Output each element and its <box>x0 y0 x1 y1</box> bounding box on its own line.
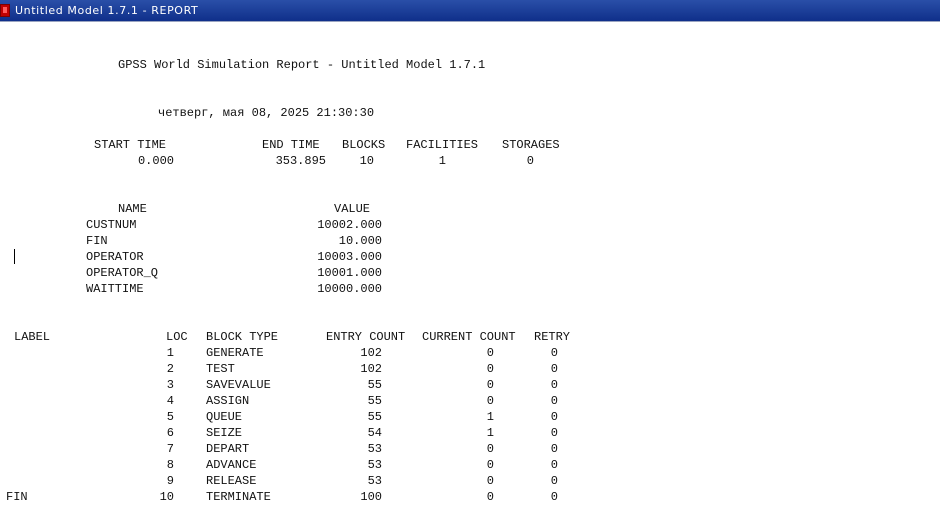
block-entry-count: 102 <box>360 362 382 376</box>
summary-start-time: 0.000 <box>137 154 174 168</box>
window-title: Untitled Model 1.7.1 - REPORT <box>15 4 199 17</box>
block-current-count: 0 <box>486 362 494 376</box>
block-retry: 0 <box>550 490 558 504</box>
block-type: SEIZE <box>206 426 243 440</box>
block-loc: 4 <box>166 394 174 408</box>
block-loc: 8 <box>166 458 174 472</box>
name-row-value: 10.000 <box>338 234 382 248</box>
summary-header-start-time: START TIME <box>94 138 167 152</box>
blocks-header-retry: RETRY <box>534 330 571 344</box>
block-current-count: 0 <box>486 458 494 472</box>
block-entry-count: 55 <box>367 394 382 408</box>
name-row-value: 10000.000 <box>317 282 382 296</box>
block-loc: 9 <box>166 474 174 488</box>
block-label: FIN <box>6 490 28 504</box>
block-entry-count: 55 <box>367 378 382 392</box>
names-header-name: NAME <box>118 202 147 216</box>
block-current-count: 0 <box>486 378 494 392</box>
block-loc: 2 <box>166 362 174 376</box>
block-entry-count: 53 <box>367 474 382 488</box>
app-icon[interactable] <box>0 4 10 17</box>
block-type: RELEASE <box>206 474 257 488</box>
block-entry-count: 100 <box>360 490 382 504</box>
block-type: ASSIGN <box>206 394 250 408</box>
block-type: SAVEVALUE <box>206 378 271 392</box>
block-current-count: 0 <box>486 490 494 504</box>
block-loc: 1 <box>166 346 174 360</box>
summary-blocks: 10 <box>359 154 374 168</box>
names-header-value: VALUE <box>334 202 371 216</box>
block-retry: 0 <box>550 458 558 472</box>
block-type: ADVANCE <box>206 458 257 472</box>
summary-facilities: 1 <box>438 154 446 168</box>
summary-header-end-time: END TIME <box>262 138 320 152</box>
block-retry: 0 <box>550 362 558 376</box>
blocks-header-current-count: CURRENT COUNT <box>422 330 516 344</box>
block-type: DEPART <box>206 442 250 456</box>
summary-end-time: 353.895 <box>275 154 326 168</box>
blocks-header-block-type: BLOCK TYPE <box>206 330 279 344</box>
name-row-value: 10003.000 <box>317 250 382 264</box>
block-retry: 0 <box>550 442 558 456</box>
report-view[interactable]: GPSS World Simulation Report - Untitled … <box>0 22 940 513</box>
block-retry: 0 <box>550 474 558 488</box>
block-retry: 0 <box>550 410 558 424</box>
block-loc: 7 <box>166 442 174 456</box>
block-loc: 10 <box>159 490 174 504</box>
block-entry-count: 53 <box>367 442 382 456</box>
block-current-count: 0 <box>486 394 494 408</box>
report-heading: GPSS World Simulation Report - Untitled … <box>118 58 486 72</box>
name-row-value: 10001.000 <box>317 266 382 280</box>
block-retry: 0 <box>550 426 558 440</box>
blocks-header-entry-count: ENTRY COUNT <box>326 330 406 344</box>
blocks-header-loc: LOC <box>166 330 188 344</box>
block-current-count: 0 <box>486 442 494 456</box>
block-entry-count: 102 <box>360 346 382 360</box>
block-entry-count: 53 <box>367 458 382 472</box>
summary-header-blocks: BLOCKS <box>342 138 386 152</box>
block-current-count: 1 <box>486 426 494 440</box>
block-current-count: 0 <box>486 474 494 488</box>
block-type: GENERATE <box>206 346 264 360</box>
block-loc: 3 <box>166 378 174 392</box>
block-entry-count: 54 <box>367 426 382 440</box>
summary-header-storages: STORAGES <box>502 138 560 152</box>
name-row-label: CUSTNUM <box>86 218 137 232</box>
report-datetime: четверг, мая 08, 2025 21:30:30 <box>158 106 375 120</box>
block-retry: 0 <box>550 346 558 360</box>
name-row-label: FIN <box>86 234 108 248</box>
block-type: TERMINATE <box>206 490 271 504</box>
block-type: TEST <box>206 362 235 376</box>
block-retry: 0 <box>550 378 558 392</box>
block-current-count: 0 <box>486 346 494 360</box>
name-row-label: OPERATOR_Q <box>86 266 159 280</box>
summary-header-facilities: FACILITIES <box>406 138 479 152</box>
block-loc: 5 <box>166 410 174 424</box>
blocks-header-label: LABEL <box>14 330 51 344</box>
block-current-count: 1 <box>486 410 494 424</box>
text-cursor <box>14 249 15 264</box>
name-row-label: OPERATOR <box>86 250 144 264</box>
title-bar[interactable]: Untitled Model 1.7.1 - REPORT <box>0 0 940 22</box>
name-row-label: WAITTIME <box>86 282 144 296</box>
block-type: QUEUE <box>206 410 243 424</box>
summary-storages: 0 <box>526 154 534 168</box>
block-loc: 6 <box>166 426 174 440</box>
block-retry: 0 <box>550 394 558 408</box>
name-row-value: 10002.000 <box>317 218 382 232</box>
block-entry-count: 55 <box>367 410 382 424</box>
